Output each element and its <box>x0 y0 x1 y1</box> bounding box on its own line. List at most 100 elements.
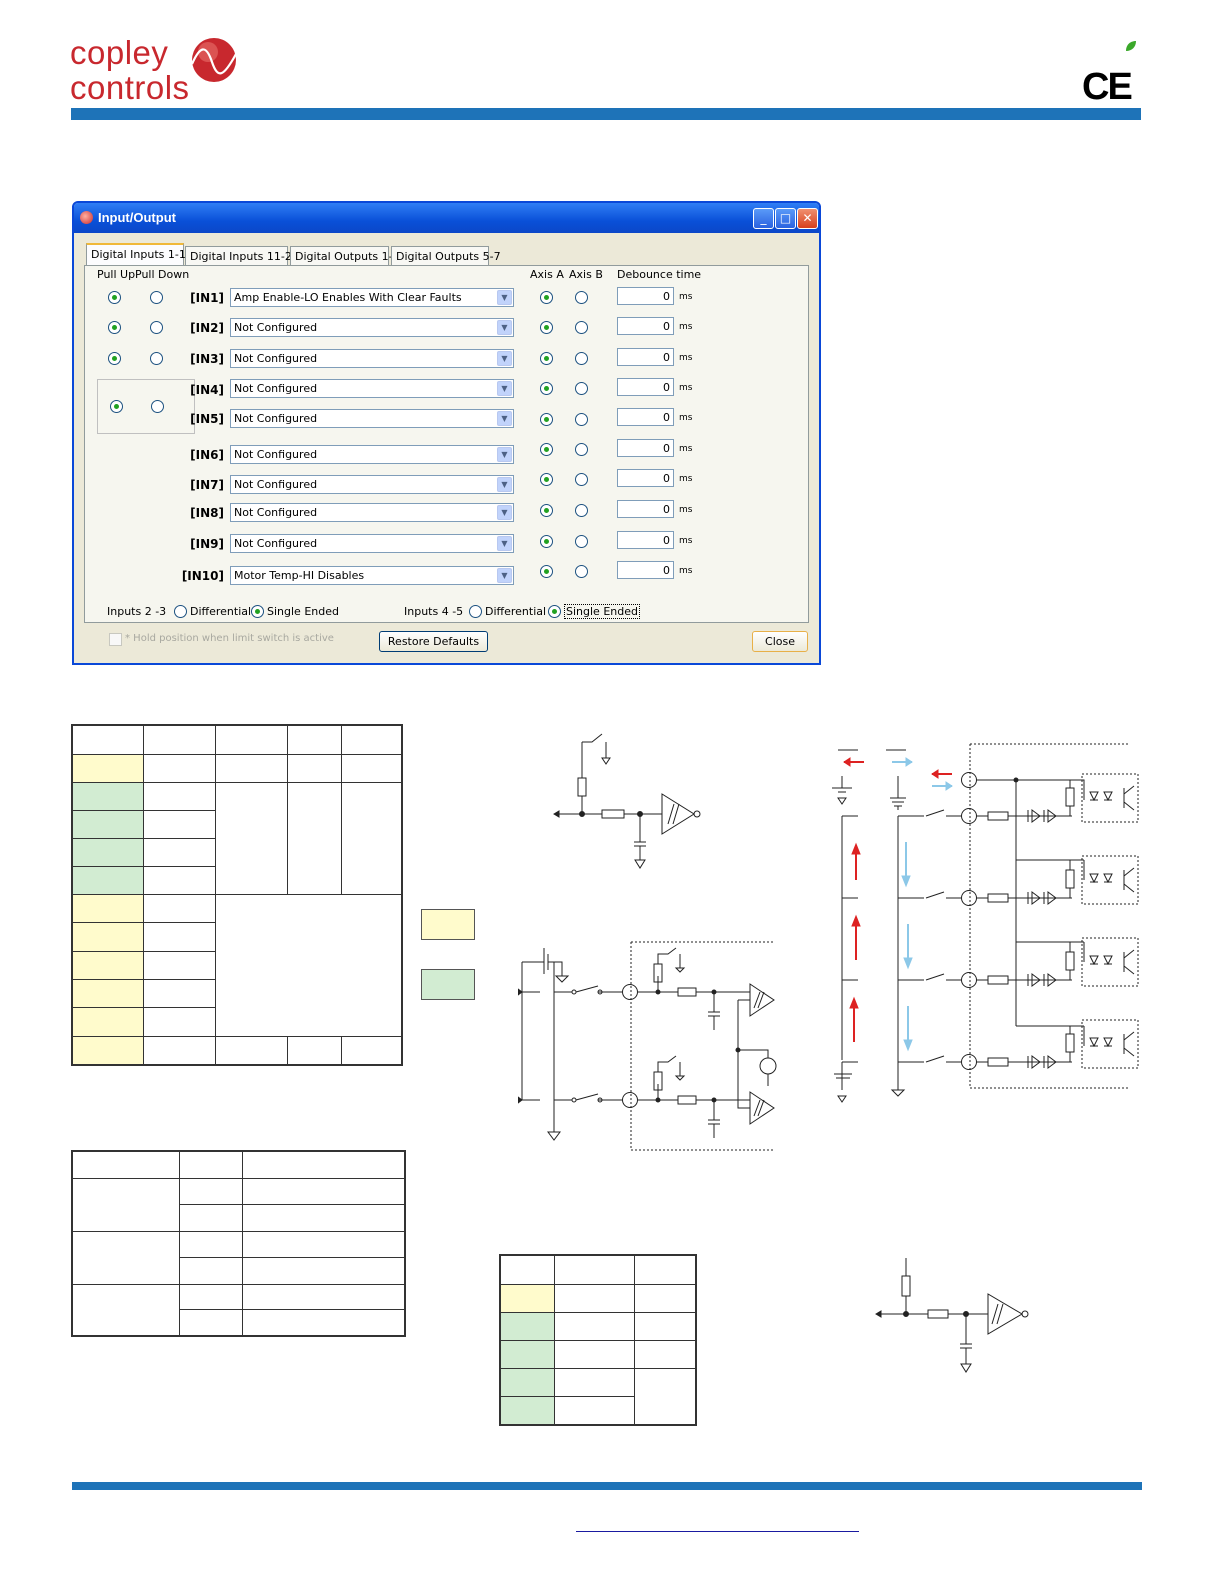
tab-digital-outputs-1-4[interactable]: Digital Outputs 1-4 <box>290 246 400 266</box>
inputs-2-3-single-ended-radio[interactable] <box>251 605 264 618</box>
table-cell <box>180 1258 243 1285</box>
inputs-2-3-differential-radio[interactable] <box>174 605 187 618</box>
function-select-in7[interactable]: Not Configured ▼ <box>230 475 514 494</box>
ms-unit: ms <box>679 413 693 423</box>
table-cell <box>144 867 216 895</box>
tab-digital-outputs-5-7[interactable]: Digital Outputs 5-7 <box>391 246 501 266</box>
table-cell <box>73 1152 180 1179</box>
table-cell <box>73 1179 180 1232</box>
axis-b-radio-in8[interactable] <box>575 504 588 517</box>
close-button[interactable]: Close <box>752 631 808 652</box>
col-debounce: Debounce time <box>617 268 702 281</box>
axis-a-radio-in10[interactable] <box>540 565 553 578</box>
debounce-input-in2[interactable]: 0 <box>617 317 674 335</box>
axis-a-radio-in5[interactable] <box>540 413 553 426</box>
chevron-down-icon: ▼ <box>497 568 512 583</box>
restore-defaults-button[interactable]: Restore Defaults <box>379 631 488 652</box>
inputs-4-5-single-ended-radio[interactable] <box>548 605 561 618</box>
function-select-in5[interactable]: Not Configured ▼ <box>230 409 514 428</box>
debounce-input-in5[interactable]: 0 <box>617 408 674 426</box>
axis-b-radio-in5[interactable] <box>575 413 588 426</box>
axis-a-radio-in2[interactable] <box>540 321 553 334</box>
axis-b-radio-in2[interactable] <box>575 321 588 334</box>
ce-mark: CE <box>1082 66 1133 108</box>
pull-up-radio-in4-5[interactable] <box>110 400 123 413</box>
table-cell <box>243 1152 404 1179</box>
function-select-in4[interactable]: Not Configured ▼ <box>230 379 514 398</box>
table-cell <box>243 1258 404 1285</box>
debounce-input-in8[interactable]: 0 <box>617 500 674 518</box>
close-window-button[interactable]: ✕ <box>797 208 818 229</box>
axis-b-radio-in6[interactable] <box>575 443 588 456</box>
hold-position-checkbox[interactable] <box>109 633 122 646</box>
inputs-2-3-differential-label[interactable]: Differential <box>190 605 251 618</box>
axis-a-radio-in1[interactable] <box>540 291 553 304</box>
chevron-down-icon: ▼ <box>497 381 512 396</box>
maximize-button[interactable]: □ <box>775 208 796 229</box>
axis-a-radio-in9[interactable] <box>540 535 553 548</box>
inputs-2-3-label: Inputs 2 -3 <box>107 605 167 618</box>
table-cell <box>216 895 403 1037</box>
table-cell <box>501 1285 555 1313</box>
axis-a-radio-in4[interactable] <box>540 382 553 395</box>
ms-unit: ms <box>679 444 693 454</box>
function-select-in6[interactable]: Not Configured ▼ <box>230 445 514 464</box>
axis-b-radio-in1[interactable] <box>575 291 588 304</box>
schematic-differential-inputs <box>518 941 777 1151</box>
pull-up-radio-in3[interactable] <box>108 352 121 365</box>
axis-a-radio-in8[interactable] <box>540 504 553 517</box>
logo-text-controls: controls <box>70 69 190 106</box>
table-cell <box>216 783 288 895</box>
signal-table-1 <box>71 724 403 1066</box>
axis-b-radio-in7[interactable] <box>575 473 588 486</box>
table-cell <box>73 867 144 895</box>
function-select-in9[interactable]: Not Configured ▼ <box>230 534 514 553</box>
debounce-input-in4[interactable]: 0 <box>617 378 674 396</box>
debounce-input-in10[interactable]: 0 <box>617 561 674 579</box>
table-cell <box>73 1008 144 1037</box>
debounce-input-in3[interactable]: 0 <box>617 348 674 366</box>
table-cell <box>144 1008 216 1037</box>
chevron-down-icon: ▼ <box>497 536 512 551</box>
table-cell <box>635 1341 695 1369</box>
axis-a-radio-in7[interactable] <box>540 473 553 486</box>
inputs-4-5-differential-label[interactable]: Differential <box>485 605 546 618</box>
function-select-in8[interactable]: Not Configured ▼ <box>230 503 514 522</box>
axis-b-radio-in3[interactable] <box>575 352 588 365</box>
input-label-in4: [IN4] <box>190 383 224 397</box>
debounce-input-in1[interactable]: 0 <box>617 287 674 305</box>
inputs-4-5-single-ended-label[interactable]: Single Ended <box>564 604 640 619</box>
pull-down-radio-in1[interactable] <box>150 291 163 304</box>
tab-digital-inputs-1-10[interactable]: Digital Inputs 1-10 <box>86 243 193 267</box>
pull-up-radio-in2[interactable] <box>108 321 121 334</box>
input-label-in9: [IN9] <box>190 537 224 551</box>
minimize-button[interactable]: _ <box>753 208 774 229</box>
table-cell <box>555 1285 635 1313</box>
footer-link-underline[interactable] <box>576 1531 859 1532</box>
table-cell <box>635 1369 695 1424</box>
pull-up-radio-in1[interactable] <box>108 291 121 304</box>
debounce-input-in6[interactable]: 0 <box>617 439 674 457</box>
table-cell <box>555 1397 635 1424</box>
inputs-4-5-differential-radio[interactable] <box>469 605 482 618</box>
ms-unit: ms <box>679 322 693 332</box>
pull-down-radio-in3[interactable] <box>150 352 163 365</box>
inputs-2-3-single-ended-label[interactable]: Single Ended <box>267 605 339 618</box>
pull-down-radio-in4-5[interactable] <box>151 400 164 413</box>
axis-a-radio-in6[interactable] <box>540 443 553 456</box>
function-select-in1[interactable]: Amp Enable-LO Enables With Clear Faults ▼ <box>230 288 514 307</box>
function-select-in10[interactable]: Motor Temp-HI Disables ▼ <box>230 566 514 585</box>
schematic-input-filter <box>875 1258 1029 1373</box>
pull-down-radio-in2[interactable] <box>150 321 163 334</box>
axis-a-radio-in3[interactable] <box>540 352 553 365</box>
debounce-input-in9[interactable]: 0 <box>617 531 674 549</box>
dialog-titlebar[interactable]: Input/Output _ □ ✕ <box>74 203 819 233</box>
function-select-in3[interactable]: Not Configured ▼ <box>230 349 514 368</box>
tab-digital-inputs-11-20[interactable]: Digital Inputs 11-20 <box>185 246 299 266</box>
axis-b-radio-in10[interactable] <box>575 565 588 578</box>
axis-b-radio-in4[interactable] <box>575 382 588 395</box>
debounce-input-in7[interactable]: 0 <box>617 469 674 487</box>
axis-b-radio-in9[interactable] <box>575 535 588 548</box>
header-bar <box>71 108 1141 120</box>
function-select-in2[interactable]: Not Configured ▼ <box>230 318 514 337</box>
